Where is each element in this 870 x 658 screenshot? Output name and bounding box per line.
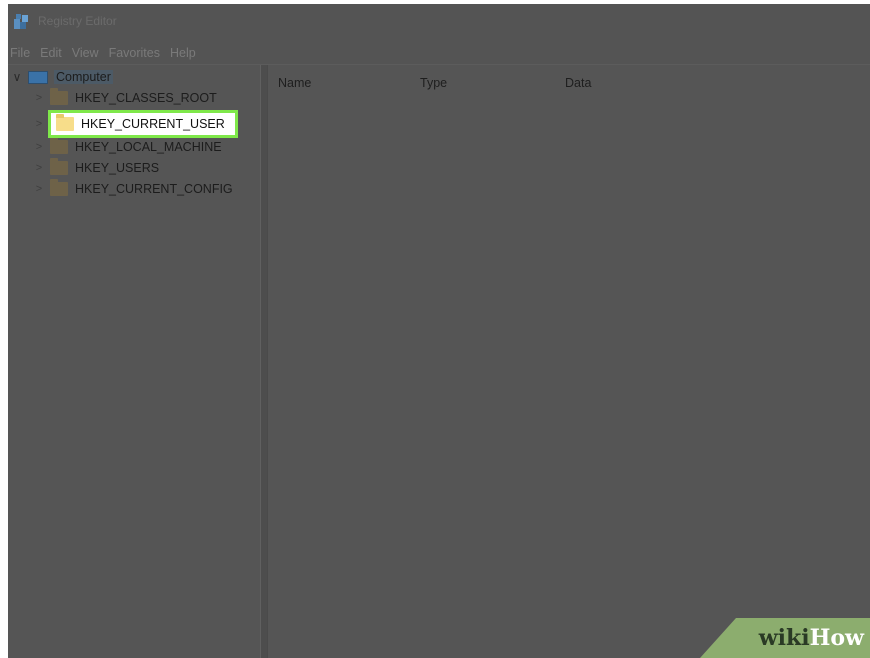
folder-icon [50, 179, 68, 196]
tree-node-hkey-local-machine[interactable]: > HKEY_LOCAL_MACHINE [34, 137, 222, 157]
pane-splitter[interactable] [260, 65, 268, 658]
expand-chevron-icon[interactable]: > [34, 141, 44, 153]
tree-node-label: HKEY_CURRENT_USER [81, 117, 225, 131]
expand-chevron-icon[interactable]: > [34, 92, 44, 104]
watermark-wiki-text: wiki [758, 625, 810, 651]
computer-icon [28, 70, 48, 84]
column-header-name[interactable]: Name [278, 76, 311, 90]
folder-icon [50, 158, 68, 175]
registry-editor-icon [12, 13, 32, 31]
tree-node-label: HKEY_CLASSES_ROOT [75, 91, 217, 105]
expand-chevron-icon[interactable]: > [34, 162, 44, 174]
tree-node-hkey-classes-root[interactable]: > HKEY_CLASSES_ROOT [34, 88, 217, 108]
tree-node-label: Computer [54, 70, 113, 84]
tree-node-label: HKEY_LOCAL_MACHINE [75, 140, 222, 154]
folder-icon [50, 137, 68, 154]
tree-node-hkey-users[interactable]: > HKEY_USERS [34, 158, 159, 178]
tree-node-hkey-current-config[interactable]: > HKEY_CURRENT_CONFIG [34, 179, 233, 199]
menu-favorites[interactable]: Favorites [104, 46, 165, 60]
values-list-pane[interactable]: Name Type Data [268, 65, 870, 658]
expand-chevron-icon[interactable]: > [34, 183, 44, 195]
watermark-how-text: How [809, 625, 864, 651]
menu-view[interactable]: View [67, 46, 104, 60]
key-tree-pane[interactable]: ∨ Computer > HKEY_CLASSES_ROOT > > HKEY_… [8, 65, 260, 658]
tree-node-computer[interactable]: ∨ Computer [12, 67, 113, 87]
menu-help[interactable]: Help [165, 46, 201, 60]
title-bar: Registry Editor [8, 4, 870, 40]
collapse-chevron-icon[interactable]: ∨ [12, 70, 22, 84]
menu-file[interactable]: File [8, 46, 35, 60]
tree-node-label: HKEY_USERS [75, 161, 160, 175]
column-header-data[interactable]: Data [565, 76, 591, 90]
registry-editor-window: Registry Editor File Edit View Favorites… [8, 4, 870, 658]
menu-bar: File Edit View Favorites Help [8, 42, 201, 64]
expand-chevron-icon[interactable]: > [34, 118, 44, 130]
tree-node-hkey-current-user[interactable]: HKEY_CURRENT_USER [48, 110, 238, 138]
tree-node-label: HKEY_CURRENT_CONFIG [75, 182, 233, 196]
main-content: ∨ Computer > HKEY_CLASSES_ROOT > > HKEY_… [8, 64, 870, 658]
window-title: Registry Editor [38, 14, 117, 28]
folder-icon [50, 88, 68, 105]
menu-edit[interactable]: Edit [35, 46, 67, 60]
folder-icon [56, 114, 74, 131]
column-header-type[interactable]: Type [420, 76, 447, 90]
